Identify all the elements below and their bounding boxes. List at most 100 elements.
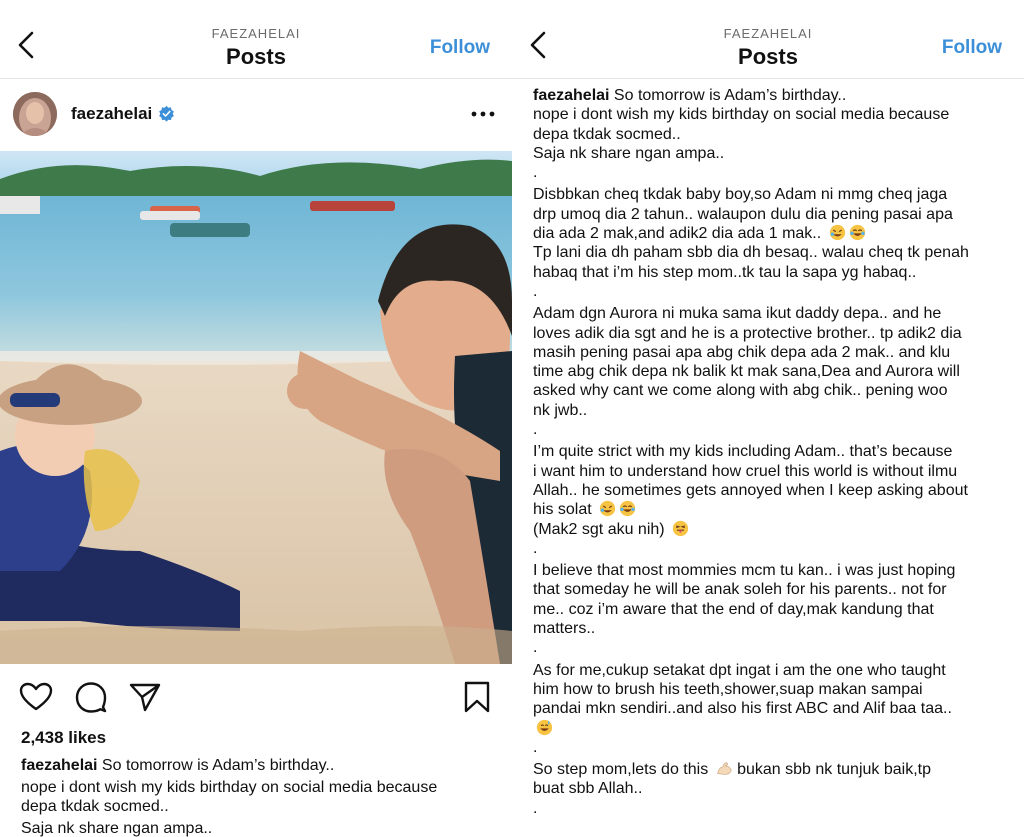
caption-text: matters..: [533, 620, 596, 638]
caption-line: depa tkdak socmed..: [533, 125, 1013, 144]
caption-line: time abg chik depa nk balik kt mak sana,…: [533, 362, 1013, 381]
caption-text: .: [533, 421, 538, 439]
caption-line: .: [533, 282, 1013, 301]
caption-line: me.. coz i’m aware that the end of day,m…: [533, 600, 1013, 619]
caption-line: faezahelai So tomorrow is Adam’s birthda…: [533, 86, 1013, 105]
rofl-emoji-icon: [599, 500, 616, 517]
caption-text: bukan sbb nk tunjuk baik,tp: [732, 761, 931, 779]
caption-line: .: [533, 420, 1013, 439]
caption-text: Adam dgn Aurora ni muka sama ikut daddy …: [533, 305, 942, 323]
caption-text: So step mom,lets do this: [533, 761, 713, 779]
caption-line: .: [533, 799, 1013, 818]
caption-username[interactable]: faezahelai: [533, 87, 609, 104]
caption-text: .: [533, 639, 538, 657]
sweat-smile-emoji-icon: [536, 719, 553, 736]
caption-line: [533, 719, 1013, 738]
caption-line: i want him to understand how cruel this …: [533, 462, 1013, 481]
post-actions-bar: [0, 665, 512, 725]
joy-emoji-icon: [849, 224, 866, 241]
caption-text: .: [533, 282, 538, 300]
caption-text: him how to brush his teeth,shower,suap m…: [533, 680, 923, 698]
post-view-panel: FAEZAHELAI Posts Follow faezahelai 2,438…: [0, 0, 512, 837]
caption-line: his solat: [533, 500, 1013, 519]
bookmark-icon[interactable]: [460, 681, 494, 713]
caption-text: nope i dont wish my kids birthday on soc…: [533, 106, 950, 124]
follow-button[interactable]: Follow: [430, 37, 490, 59]
caption-text: his solat: [533, 501, 597, 519]
caption-line: matters..: [533, 619, 1013, 638]
caption-line: buat sbb Allah..: [533, 779, 1013, 798]
caption-text: masih pening pasai apa abg chik depa ada…: [533, 343, 951, 361]
caption-line: nope i dont wish my kids birthday on soc…: [21, 779, 438, 796]
caption-text: time abg chik depa nk balik kt mak sana,…: [533, 363, 960, 381]
caption-line: that someday he will be anak soleh for h…: [533, 580, 1013, 599]
caption-text: .: [533, 539, 538, 557]
joy-emoji-icon: [619, 500, 636, 517]
caption-line: depa tkdak socmed..: [21, 798, 169, 815]
caption-text: Tp lani dia dh paham sbb dia dh besaq.. …: [533, 244, 969, 262]
caption-line: Allah.. he sometimes gets annoyed when I…: [533, 481, 1013, 500]
caption-line: .: [533, 539, 1013, 558]
top-bar: FAEZAHELAI Posts Follow: [0, 0, 512, 79]
send-icon[interactable]: [128, 681, 162, 713]
caption-line: dia ada 2 mak,and adik2 dia ada 1 mak..: [533, 224, 1013, 243]
caption-text: .: [533, 164, 538, 182]
caption-line: So step mom,lets do this bukan sbb nk tu…: [533, 760, 1013, 779]
caption-line: loves adik dia sgt and he is a protectiv…: [533, 324, 1013, 343]
caption-text: drp umoq dia 2 tahun.. walaupon dulu dia…: [533, 205, 953, 223]
caption-text: i want him to understand how cruel this …: [533, 462, 958, 480]
post-username[interactable]: faezahelai: [71, 104, 152, 124]
caption-line: masih pening pasai apa abg chik depa ada…: [533, 343, 1013, 362]
caption-text: loves adik dia sgt and he is a protectiv…: [533, 324, 962, 342]
caption-line: drp umoq dia 2 tahun.. walaupon dulu dia…: [533, 205, 1013, 224]
comment-icon[interactable]: [74, 681, 108, 713]
caption-line: pandai mkn sendiri..and also his first A…: [533, 699, 1013, 718]
caption-line: .: [533, 738, 1013, 757]
caption-username[interactable]: faezahelai: [21, 757, 97, 774]
full-caption: faezahelai So tomorrow is Adam’s birthda…: [533, 86, 1013, 821]
caption-line: Adam dgn Aurora ni muka sama ikut daddy …: [533, 304, 1013, 323]
caption-text: So tomorrow is Adam’s birthday..: [609, 87, 847, 104]
caption-line: I believe that most mommies mcm tu kan..…: [533, 561, 1013, 580]
caption-text: .: [533, 738, 538, 756]
caption-text: Allah.. he sometimes gets annoyed when I…: [533, 481, 968, 499]
rofl-emoji-icon: [829, 224, 846, 241]
caption-line: asked why cant we come along with abg ch…: [533, 381, 1013, 400]
follow-button[interactable]: Follow: [942, 37, 1002, 59]
caption-line: (Mak2 sgt aku nih): [533, 520, 1013, 539]
caption-line: .: [533, 638, 1013, 657]
caption-line: Tp lani dia dh paham sbb dia dh besaq.. …: [533, 243, 1013, 262]
caption-line: Saja nk share ngan ampa..: [533, 144, 1013, 163]
caption-line: Disbbkan cheq tkdak baby boy,so Adam ni …: [533, 185, 1013, 204]
caption-line: him how to brush his teeth,shower,suap m…: [533, 680, 1013, 699]
caption-text: me.. coz i’m aware that the end of day,m…: [533, 600, 934, 618]
caption-text: .: [533, 799, 538, 817]
tongue-emoji-icon: [672, 520, 689, 537]
caption-text: nk jwb..: [533, 401, 588, 419]
caption-line: nope i dont wish my kids birthday on soc…: [533, 105, 1013, 124]
caption-text: (Mak2 sgt aku nih): [533, 520, 670, 538]
more-horizontal-icon[interactable]: [468, 104, 498, 124]
caption-text: habaq that i’m his step mom..tk tau la s…: [533, 263, 917, 281]
like-count[interactable]: 2,438 likes: [21, 728, 106, 748]
caption-text: Disbbkan cheq tkdak baby boy,so Adam ni …: [533, 186, 948, 204]
caption-line: nk jwb..: [533, 401, 1013, 420]
verified-badge-icon: [159, 105, 174, 122]
caption-text: As for me,cukup setakat dpt ingat i am t…: [533, 661, 946, 679]
caption-text: Saja nk share ngan ampa..: [533, 144, 725, 162]
flexed-biceps-emoji-icon: [716, 760, 733, 777]
caption-text: depa tkdak socmed..: [533, 125, 681, 143]
caption-text: buat sbb Allah..: [533, 780, 643, 798]
post-photo[interactable]: [0, 151, 512, 664]
post-author-row: faezahelai: [0, 80, 512, 150]
caption-text: pandai mkn sendiri..and also his first A…: [533, 700, 952, 718]
caption-text: I believe that most mommies mcm tu kan..…: [533, 562, 956, 580]
top-bar: FAEZAHELAI Posts Follow: [512, 0, 1024, 79]
caption-line: .: [533, 163, 1013, 182]
caption-line: I’m quite strict with my kids including …: [533, 442, 1013, 461]
caption-line: As for me,cukup setakat dpt ingat i am t…: [533, 661, 1013, 680]
caption-line: Saja nk share ngan ampa..: [21, 820, 213, 837]
avatar[interactable]: [13, 92, 57, 136]
heart-icon[interactable]: [19, 681, 53, 713]
caption-text: I’m quite strict with my kids including …: [533, 443, 953, 461]
